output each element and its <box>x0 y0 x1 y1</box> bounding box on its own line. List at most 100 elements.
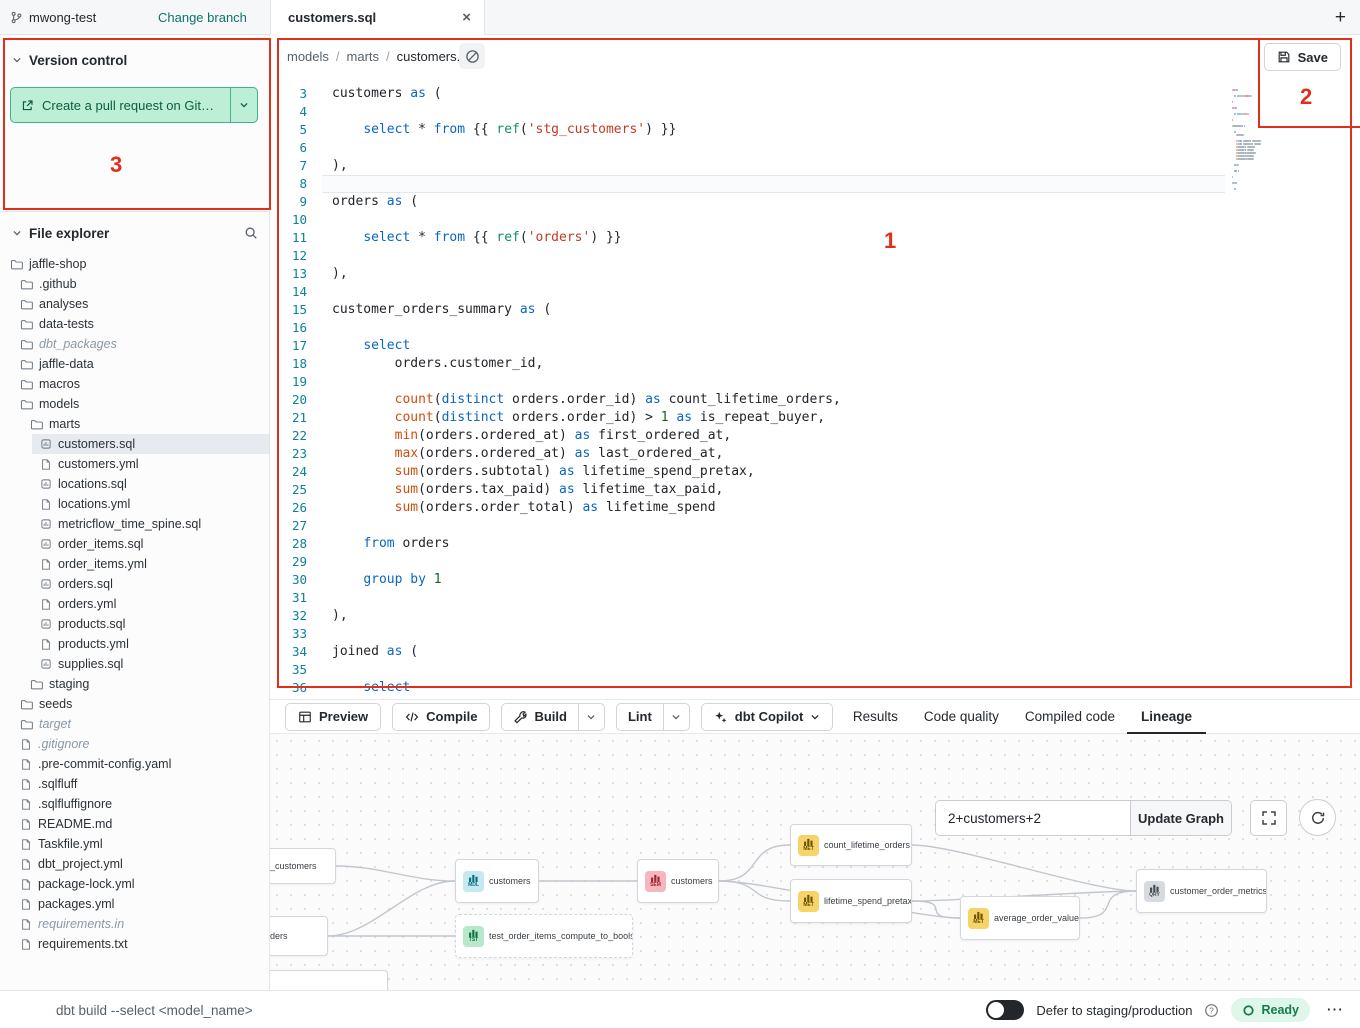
update-graph-button[interactable]: Update Graph <box>1130 801 1231 835</box>
tree-item-jaffle-shop[interactable]: jaffle-shop <box>0 254 270 274</box>
tree-item-order_items.yml[interactable]: order_items.yml <box>0 554 270 574</box>
code-line-33[interactable]: 33 <box>270 625 1360 643</box>
code-line-36[interactable]: 36 select <box>270 679 1360 697</box>
add-tab-button[interactable]: + <box>1335 0 1346 35</box>
fullscreen-button[interactable] <box>1250 800 1287 836</box>
defer-toggle[interactable] <box>986 1000 1024 1020</box>
tree-item-data-tests[interactable]: data-tests <box>0 314 270 334</box>
circle-slash-icon[interactable] <box>459 43 485 69</box>
code-line-19[interactable]: 19 <box>270 373 1360 391</box>
tree-item-requirements.txt[interactable]: requirements.txt <box>0 934 270 954</box>
lineage-node-customer_order_metrics[interactable]: QRYcustomer_order_metrics <box>1136 869 1267 913</box>
code-line-8[interactable]: 8 <box>270 175 1360 193</box>
tree-item-marts[interactable]: marts <box>0 414 270 434</box>
tree-item-.sqlfluff[interactable]: .sqlfluff <box>0 774 270 794</box>
lineage-node-partial[interactable] <box>270 970 388 990</box>
tree-item-orders.sql[interactable]: orders.sql <box>0 574 270 594</box>
create-pr-button[interactable]: Create a pull request on Git… <box>10 87 258 123</box>
code-line-32[interactable]: 32), <box>270 607 1360 625</box>
tree-item-products.yml[interactable]: products.yml <box>0 634 270 654</box>
tree-item-supplies.sql[interactable]: supplies.sql <box>0 654 270 674</box>
build-dropdown-button[interactable] <box>578 704 604 730</box>
code-line-18[interactable]: 18 orders.customer_id, <box>270 355 1360 373</box>
tree-item-target[interactable]: target <box>0 714 270 734</box>
code-line-3[interactable]: 3customers as ( <box>270 85 1360 103</box>
code-line-25[interactable]: 25 sum(orders.tax_paid) as lifetime_tax_… <box>270 481 1360 499</box>
lineage-node-stg_customers[interactable]: MDLstg_customers <box>270 848 336 884</box>
tree-item-metricflow_time_spine.sql[interactable]: metricflow_time_spine.sql <box>0 514 270 534</box>
compile-button[interactable]: Compile <box>392 703 490 731</box>
tree-item-.sqlfluffignore[interactable]: .sqlfluffignore <box>0 794 270 814</box>
code-line-7[interactable]: 7), <box>270 157 1360 175</box>
code-line-13[interactable]: 13), <box>270 265 1360 283</box>
tree-item-customers.sql[interactable]: customers.sql <box>0 434 270 454</box>
lineage-node-customers[interactable]: MDLcustomers <box>455 859 539 903</box>
lineage-node-orders[interactable]: MDLorders <box>270 916 328 956</box>
code-line-23[interactable]: 23 max(orders.ordered_at) as last_ordere… <box>270 445 1360 463</box>
tree-item-locations.yml[interactable]: locations.yml <box>0 494 270 514</box>
tree-item-.gitignore[interactable]: .gitignore <box>0 734 270 754</box>
more-menu-button[interactable]: ⋯ <box>1322 1000 1348 1020</box>
code-line-22[interactable]: 22 min(orders.ordered_at) as first_order… <box>270 427 1360 445</box>
tree-item-products.sql[interactable]: products.sql <box>0 614 270 634</box>
tab-code-quality[interactable]: Code quality <box>924 699 999 734</box>
breadcrumb-item[interactable]: marts <box>347 49 380 64</box>
tree-item-customers.yml[interactable]: customers.yml <box>0 454 270 474</box>
tree-item-README.md[interactable]: README.md <box>0 814 270 834</box>
code-line-5[interactable]: 5 select * from {{ ref('stg_customers') … <box>270 121 1360 139</box>
close-icon[interactable]: × <box>462 10 471 25</box>
tree-item-macros[interactable]: macros <box>0 374 270 394</box>
code-line-26[interactable]: 26 sum(orders.order_total) as lifetime_s… <box>270 499 1360 517</box>
tab-results[interactable]: Results <box>853 699 898 734</box>
code-line-20[interactable]: 20 count(distinct orders.order_id) as co… <box>270 391 1360 409</box>
tab-compiled-code[interactable]: Compiled code <box>1025 699 1115 734</box>
tree-item-dbt_project.yml[interactable]: dbt_project.yml <box>0 854 270 874</box>
tab-lineage[interactable]: Lineage <box>1141 699 1192 734</box>
code-line-34[interactable]: 34joined as ( <box>270 643 1360 661</box>
code-line-31[interactable]: 31 <box>270 589 1360 607</box>
branch-indicator[interactable]: mwong-test <box>10 0 96 35</box>
lineage-search-input[interactable] <box>936 801 1130 835</box>
tree-item-dbt_packages[interactable]: dbt_packages <box>0 334 270 354</box>
lineage-node-average_order_value[interactable]: METaverage_order_value <box>960 896 1080 940</box>
editor-minimap[interactable] <box>1232 89 1312 191</box>
code-line-10[interactable]: 10 <box>270 211 1360 229</box>
code-line-11[interactable]: 11 select * from {{ ref('orders') }} <box>270 229 1360 247</box>
search-icon[interactable] <box>244 226 258 240</box>
tree-item-.pre-commit-config.yaml[interactable]: .pre-commit-config.yaml <box>0 754 270 774</box>
tree-item-requirements.in[interactable]: requirements.in <box>0 914 270 934</box>
lineage-node-customers[interactable]: SEMcustomers <box>637 859 719 903</box>
tree-item-packages.yml[interactable]: packages.yml <box>0 894 270 914</box>
tree-item-.github[interactable]: .github <box>0 274 270 294</box>
version-control-header[interactable]: Version control <box>0 47 270 73</box>
dbt-copilot-button[interactable]: dbt Copilot <box>701 703 834 731</box>
tree-item-seeds[interactable]: seeds <box>0 694 270 714</box>
code-line-35[interactable]: 35 <box>270 661 1360 679</box>
lineage-node-lifetime_spend_pretax[interactable]: METlifetime_spend_pretax <box>790 879 912 923</box>
tree-item-jaffle-data[interactable]: jaffle-data <box>0 354 270 374</box>
change-branch-link[interactable]: Change branch <box>158 0 247 35</box>
lint-dropdown-button[interactable] <box>663 704 689 730</box>
code-line-28[interactable]: 28 from orders <box>270 535 1360 553</box>
code-line-27[interactable]: 27 <box>270 517 1360 535</box>
code-line-15[interactable]: 15customer_orders_summary as ( <box>270 301 1360 319</box>
tree-item-Taskfile.yml[interactable]: Taskfile.yml <box>0 834 270 854</box>
tree-item-models[interactable]: models <box>0 394 270 414</box>
tree-item-orders.yml[interactable]: orders.yml <box>0 594 270 614</box>
pr-dropdown-button[interactable] <box>230 88 257 122</box>
code-line-4[interactable]: 4 <box>270 103 1360 121</box>
code-line-14[interactable]: 14 <box>270 283 1360 301</box>
tree-item-locations.sql[interactable]: locations.sql <box>0 474 270 494</box>
breadcrumb-item[interactable]: models <box>287 49 329 64</box>
code-editor[interactable]: 3customers as (45 select * from {{ ref('… <box>270 77 1360 699</box>
code-line-24[interactable]: 24 sum(orders.subtotal) as lifetime_spen… <box>270 463 1360 481</box>
save-button[interactable]: Save <box>1264 43 1341 71</box>
file-explorer-header[interactable]: File explorer <box>0 220 270 246</box>
code-line-6[interactable]: 6 <box>270 139 1360 157</box>
code-line-21[interactable]: 21 count(distinct orders.order_id) > 1 a… <box>270 409 1360 427</box>
preview-button[interactable]: Preview <box>285 703 381 731</box>
code-line-30[interactable]: 30 group by 1 <box>270 571 1360 589</box>
lineage-node-test_order_items_compute_to_bools…[interactable]: TSTtest_order_items_compute_to_bools… <box>455 914 633 958</box>
code-line-29[interactable]: 29 <box>270 553 1360 571</box>
code-line-17[interactable]: 17 select <box>270 337 1360 355</box>
